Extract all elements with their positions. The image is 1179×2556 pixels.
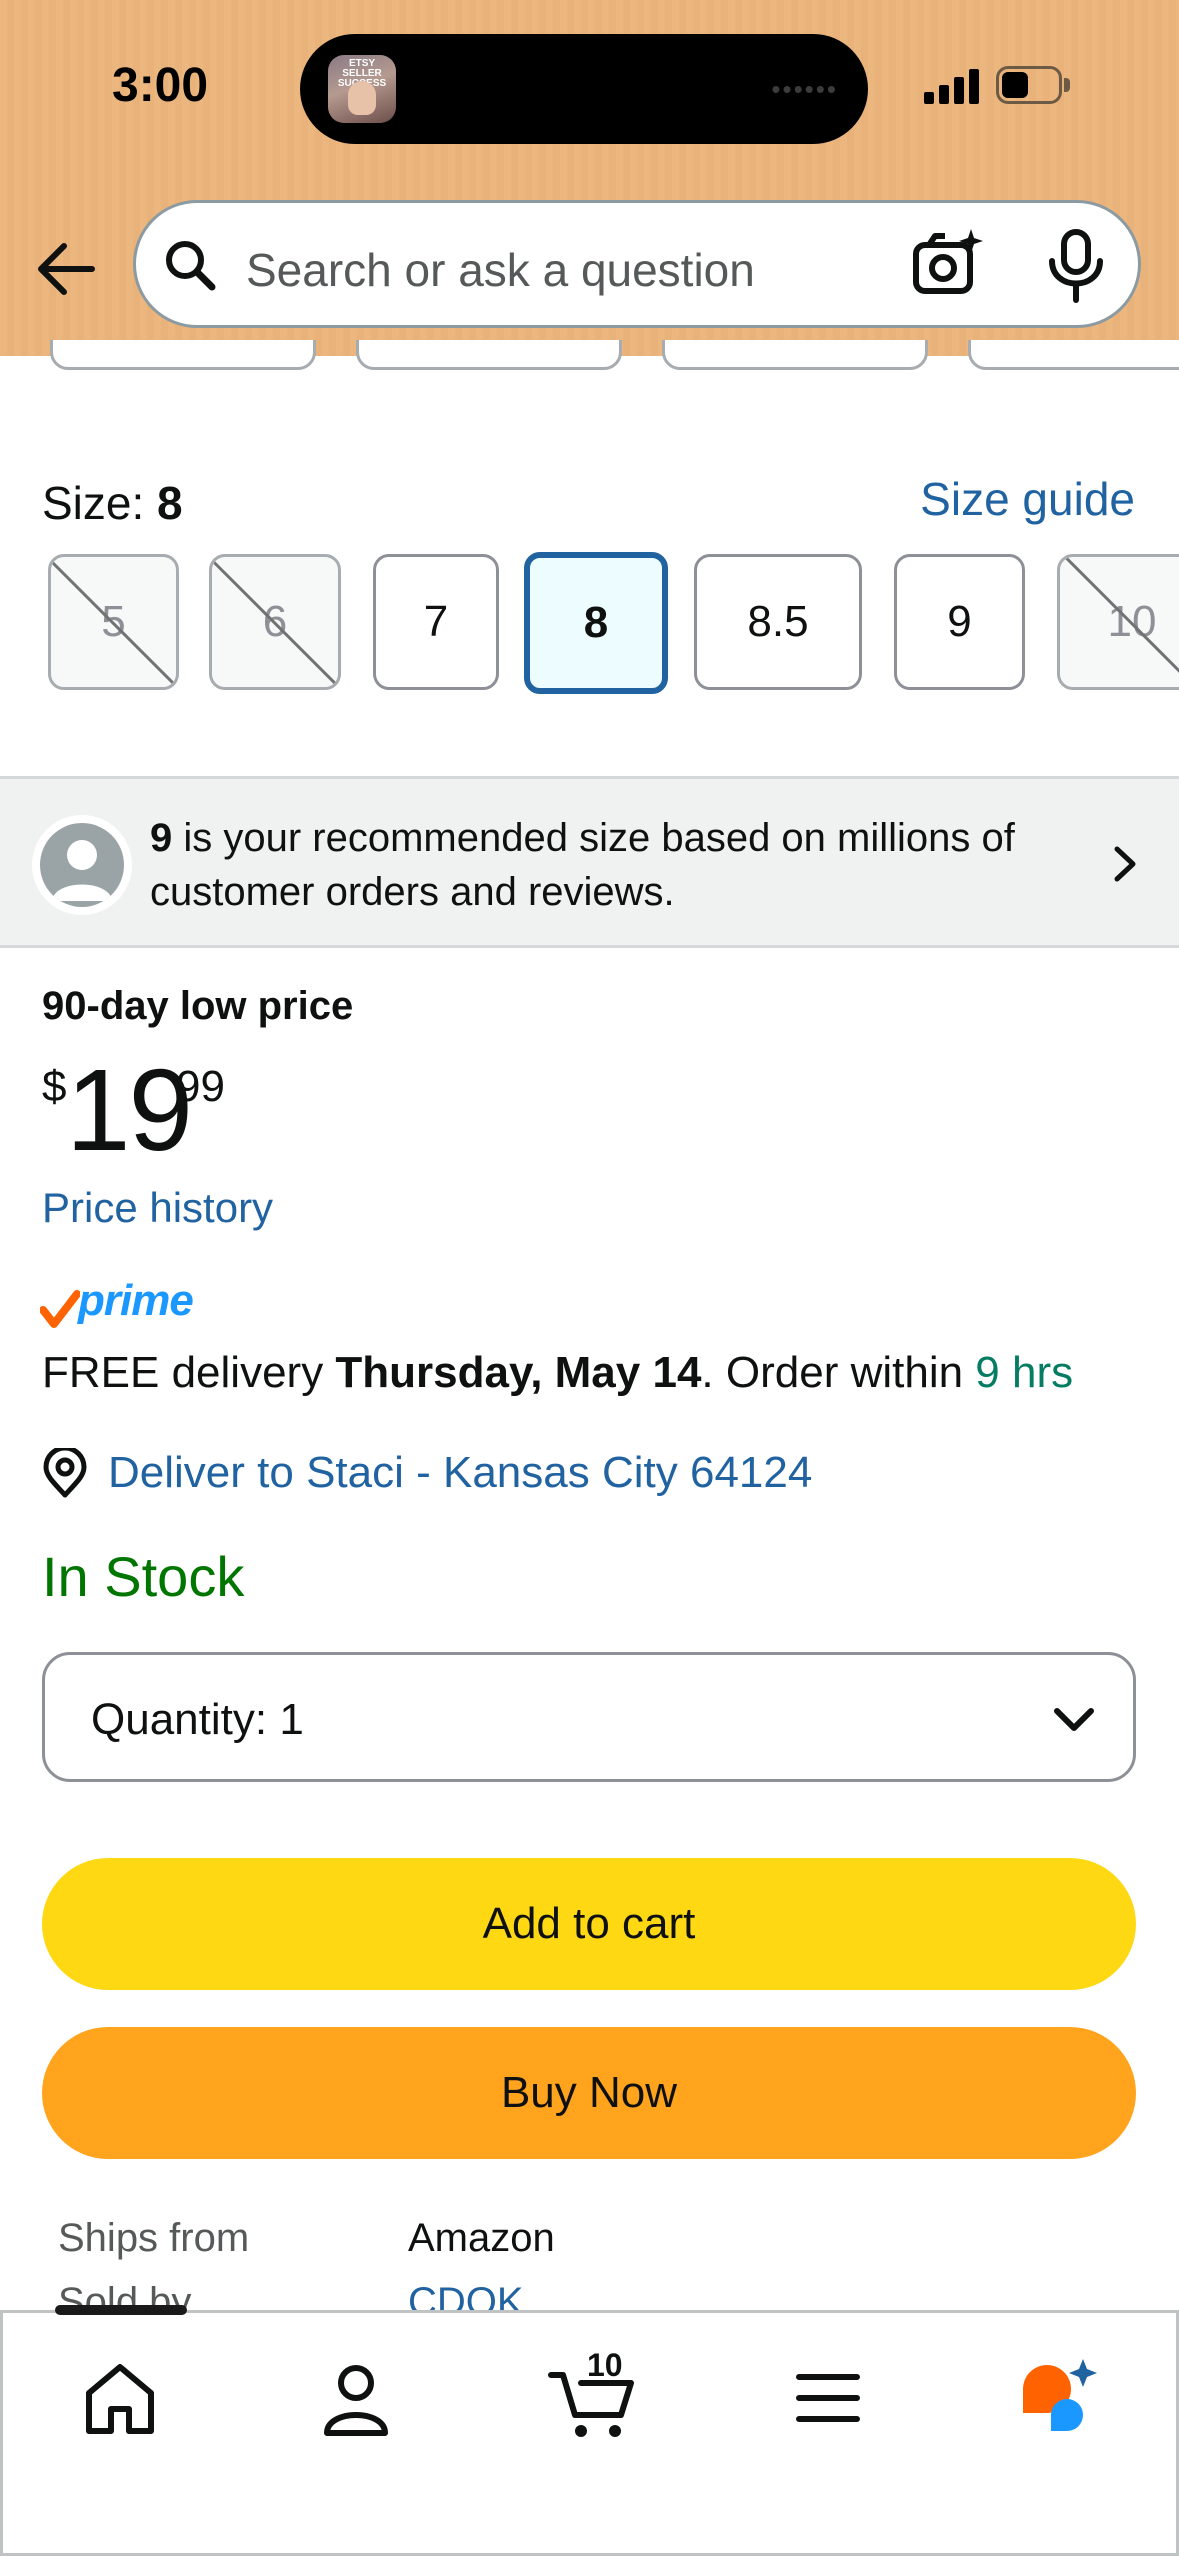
size-option-6[interactable]: 6 [209, 554, 341, 690]
size-recommendation-banner[interactable]: 9 is your recommended size based on mill… [0, 776, 1179, 948]
battery-icon [996, 66, 1070, 104]
selected-size: 8 [157, 477, 183, 529]
bottom-nav: 10 [0, 2305, 1179, 2556]
search-input[interactable]: Search or ask a question [246, 243, 755, 297]
size-option-9[interactable]: 9 [894, 554, 1025, 690]
quantity-value: 1 [279, 1695, 304, 1744]
price-currency: $ [42, 1062, 67, 1111]
stock-status: In Stock [42, 1545, 245, 1608]
recommendation-body: is your recommended size based on millio… [150, 816, 1015, 914]
quantity-select[interactable]: Quantity: 1 [42, 1652, 1136, 1782]
size-option-8-5[interactable]: 8.5 [694, 554, 862, 690]
location-pin-icon [43, 1448, 87, 1498]
ships-from-value: Amazon [408, 2216, 555, 2260]
live-activity-thumbnail: ETSY SELLER SUCCESS [328, 55, 396, 123]
person-icon [52, 840, 112, 901]
quantity-label-text: Quantity: [91, 1695, 268, 1744]
size-option-8[interactable]: 8 [524, 552, 668, 694]
cart-nav-item[interactable]: 10 [547, 2347, 637, 2443]
price-history-link[interactable]: Price history [42, 1184, 273, 1232]
microphone-icon[interactable] [1044, 229, 1108, 303]
add-to-cart-button[interactable]: Add to cart [42, 1858, 1136, 1990]
deliver-to-address[interactable]: Deliver to Staci - Kansas City 64124 [108, 1448, 812, 1498]
previous-option-pill[interactable] [968, 340, 1179, 370]
previous-option-pill[interactable] [356, 340, 622, 370]
delivery-date: Thursday, May 14 [335, 1348, 702, 1397]
delivery-prefix: FREE delivery [42, 1348, 336, 1397]
home-icon[interactable] [75, 2353, 165, 2443]
size-option-5[interactable]: 5 [48, 554, 179, 690]
price-fraction: 99 [176, 1062, 225, 1111]
quantity-label: Quantity: 1 [91, 1695, 304, 1745]
account-icon[interactable] [311, 2353, 401, 2443]
active-tab-indicator [55, 2305, 187, 2315]
prime-check-icon [40, 1290, 80, 1328]
cellular-signal-icon [924, 68, 980, 104]
previous-option-pill[interactable] [662, 340, 928, 370]
size-option-7[interactable]: 7 [373, 554, 499, 690]
live-activity-face [348, 81, 376, 115]
delivery-info: FREE delivery Thursday, May 14. Order wi… [42, 1348, 1073, 1398]
price-whole: 19 [66, 1045, 193, 1175]
header: 3:00 ETSY SELLER SUCCESS •••••• Search o… [0, 0, 1179, 356]
price-badge: 90-day low price [42, 984, 354, 1028]
cart-count-badge: 10 [587, 2347, 623, 2383]
prime-label: prime [78, 1276, 194, 1325]
search-icon [166, 241, 216, 291]
size-options: 5 6 7 8 8.5 9 10 [0, 552, 1179, 694]
previous-options-row [0, 340, 1179, 370]
dynamic-island[interactable]: ETSY SELLER SUCCESS •••••• [300, 34, 868, 144]
ships-from-label: Ships from [58, 2216, 250, 2260]
status-time: 3:00 [112, 59, 209, 112]
back-arrow-icon[interactable] [32, 234, 102, 304]
menu-icon[interactable] [783, 2353, 873, 2443]
delivery-countdown: 9 hrs [975, 1348, 1074, 1397]
size-label-text: Size: [42, 477, 145, 529]
chevron-down-icon [1054, 1708, 1094, 1731]
camera-search-icon[interactable] [911, 227, 987, 303]
buy-now-button[interactable]: Buy Now [42, 2027, 1136, 2159]
avatar [32, 815, 132, 915]
search-bar[interactable]: Search or ask a question [133, 200, 1141, 328]
recommended-size: 9 [150, 816, 173, 860]
size-option-10[interactable]: 10 [1057, 554, 1179, 690]
size-label: Size: 8 [42, 476, 183, 530]
live-activity-dots: •••••• [771, 74, 838, 104]
chevron-right-icon [1114, 846, 1136, 882]
recommendation-text: 9 is your recommended size based on mill… [150, 811, 1080, 919]
rufus-ai-icon[interactable] [1013, 2353, 1103, 2443]
previous-option-pill[interactable] [50, 340, 316, 370]
size-guide-link[interactable]: Size guide [920, 472, 1135, 526]
delivery-order-within: . Order within [701, 1348, 976, 1397]
